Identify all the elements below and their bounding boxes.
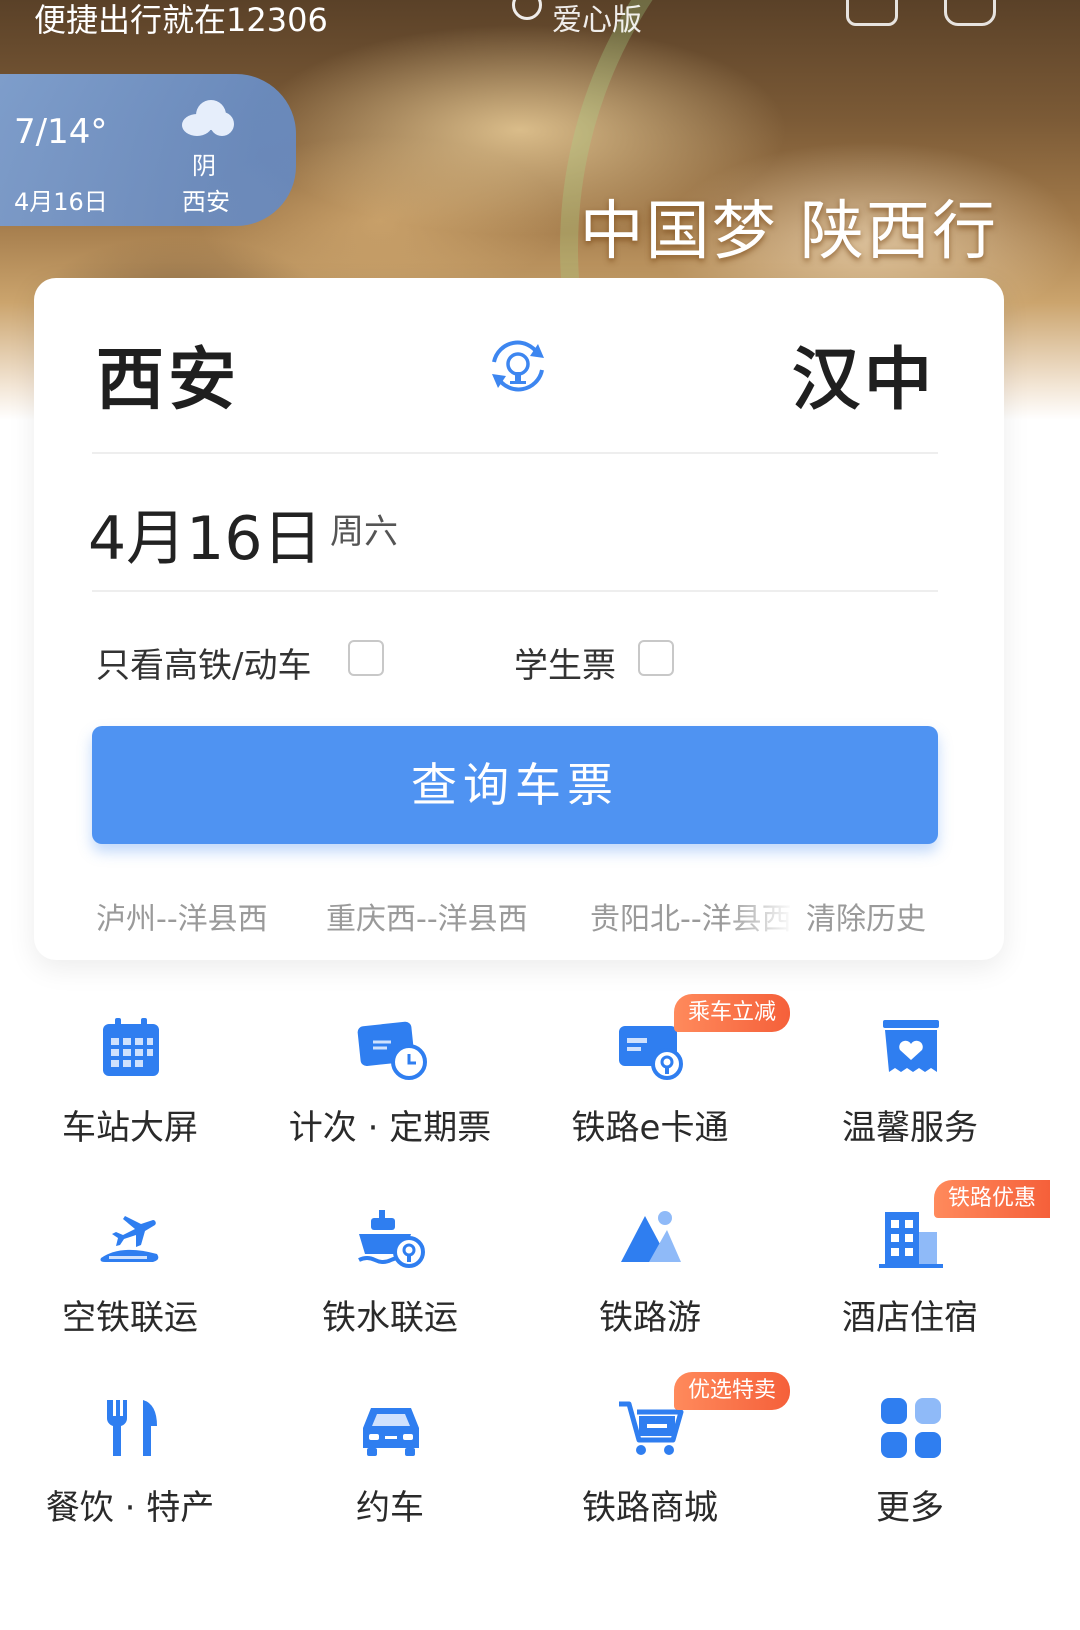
heart-box-icon bbox=[883, 1020, 939, 1072]
plane-train-icon bbox=[100, 1216, 159, 1262]
status-text: 便捷出行就在12306 bbox=[34, 1, 328, 39]
care-mode-label: 爱心版 bbox=[552, 3, 642, 38]
service-label: 餐饮 · 特产 bbox=[45, 1488, 215, 1528]
to-station[interactable]: 汉中 bbox=[792, 324, 936, 423]
service-ride[interactable]: 约车 bbox=[260, 1370, 520, 1550]
service-rail-water[interactable]: 铁水联运 bbox=[260, 1180, 520, 1360]
service-label: 空铁联运 bbox=[62, 1298, 198, 1338]
service-label: 酒店住宿 bbox=[842, 1298, 978, 1338]
service-label: 铁路e卡通 bbox=[571, 1108, 729, 1148]
weather-temperature: 7/14° bbox=[14, 112, 108, 152]
service-rail-tour[interactable]: 铁路游 bbox=[520, 1180, 780, 1360]
ship-icon bbox=[358, 1210, 425, 1268]
weather-widget[interactable]: 7/14° 4月16日 阴 西安 bbox=[0, 74, 296, 226]
travel-weekday: 周六 bbox=[330, 512, 398, 552]
service-label: 计次 · 定期票 bbox=[288, 1108, 492, 1148]
divider bbox=[92, 452, 938, 454]
high-speed-only-label: 只看高铁/动车 bbox=[96, 646, 312, 686]
fork-knife-icon bbox=[106, 1400, 157, 1456]
service-label: 铁路商城 bbox=[582, 1488, 718, 1528]
calendar-icon bbox=[103, 1018, 159, 1076]
weather-date: 4月16日 bbox=[14, 188, 108, 216]
service-label: 铁路游 bbox=[599, 1298, 701, 1338]
high-speed-only-checkbox[interactable] bbox=[348, 640, 384, 676]
service-label: 约车 bbox=[356, 1488, 424, 1528]
banner-slogan: 中国梦 陕西行 bbox=[579, 195, 998, 269]
service-count-ticket[interactable]: 计次 · 定期票 bbox=[260, 990, 520, 1170]
car-icon bbox=[363, 1408, 419, 1456]
grid-more-icon bbox=[881, 1398, 941, 1458]
divider bbox=[92, 590, 938, 592]
service-label: 温馨服务 bbox=[842, 1108, 978, 1148]
mountain-icon bbox=[621, 1211, 681, 1262]
service-more[interactable]: 更多 bbox=[780, 1370, 1040, 1550]
student-ticket-label: 学生票 bbox=[514, 646, 616, 686]
search-tickets-button[interactable]: 查询车票 bbox=[92, 726, 938, 844]
ticket-clock-icon bbox=[357, 1021, 427, 1080]
search-icon bbox=[512, 0, 542, 20]
clear-history-button[interactable]: 清除历史 bbox=[806, 894, 926, 938]
promo-badge: 铁路优惠 bbox=[934, 1180, 1051, 1218]
status-bar: 便捷出行就在12306 bbox=[34, 0, 328, 40]
message-icon[interactable] bbox=[944, 0, 996, 26]
weather-city: 西安 bbox=[182, 188, 230, 216]
promo-badge: 优选特卖 bbox=[674, 1372, 791, 1410]
promo-badge: 乘车立减 bbox=[674, 994, 791, 1032]
cloud-icon bbox=[182, 100, 234, 136]
service-warm-service[interactable]: 温馨服务 bbox=[780, 990, 1040, 1170]
service-label: 车站大屏 bbox=[62, 1108, 198, 1148]
travel-date[interactable]: 4月16日 bbox=[88, 490, 323, 577]
history-fade bbox=[724, 888, 794, 934]
student-ticket-checkbox[interactable] bbox=[638, 640, 674, 676]
service-label: 更多 bbox=[876, 1488, 944, 1528]
history-item[interactable]: 重庆西--洋县西 bbox=[326, 894, 528, 938]
service-air-rail[interactable]: 空铁联运 bbox=[0, 1180, 260, 1360]
service-dining[interactable]: 餐饮 · 特产 bbox=[0, 1370, 260, 1550]
from-station[interactable]: 西安 bbox=[96, 324, 240, 423]
care-mode-button[interactable]: 爱心版 bbox=[512, 0, 642, 41]
ticket-search-card: 西安 汉中 4月16日 周六 只看高铁/动车 学生票 查询车票 泸州--洋县西 … bbox=[34, 278, 1004, 960]
scan-icon[interactable] bbox=[846, 0, 898, 26]
weather-condition: 阴 bbox=[192, 152, 216, 180]
swap-stations-icon[interactable] bbox=[484, 332, 552, 400]
history-item[interactable]: 泸州--洋县西 bbox=[96, 894, 268, 938]
service-station-screen[interactable]: 车站大屏 bbox=[0, 990, 260, 1170]
service-label: 铁水联运 bbox=[322, 1298, 458, 1338]
